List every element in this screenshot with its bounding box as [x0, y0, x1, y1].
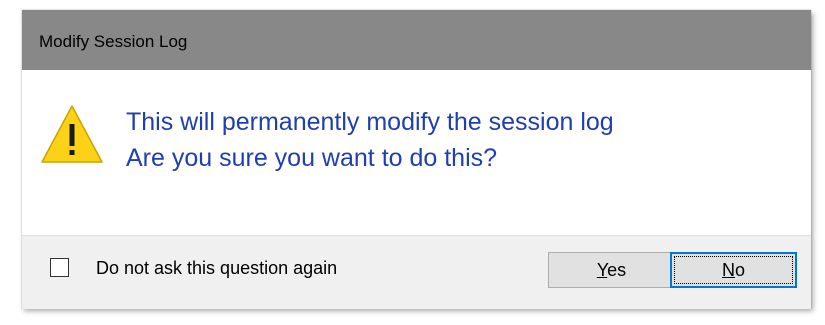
- dialog-window: Modify Session Log This will permanently…: [22, 10, 811, 309]
- warning-icon: [41, 105, 103, 163]
- dialog-title: Modify Session Log: [39, 32, 188, 51]
- dialog-footer: Do not ask this question again Yes No: [22, 235, 811, 309]
- yes-button-label: es: [607, 260, 627, 280]
- message-text: This will permanently modify the session…: [126, 104, 614, 176]
- yes-button-accelerator: Y: [596, 260, 608, 280]
- focus-rectangle: [674, 256, 793, 284]
- dont-ask-label[interactable]: Do not ask this question again: [96, 258, 337, 279]
- message-line-1: This will permanently modify the session…: [126, 108, 614, 136]
- dont-ask-checkbox[interactable]: [50, 258, 69, 277]
- no-button[interactable]: No: [670, 252, 797, 288]
- message-line-2: Are you sure you want to do this?: [126, 144, 498, 172]
- yes-button[interactable]: Yes: [548, 252, 675, 288]
- title-bar[interactable]: Modify Session Log: [22, 10, 811, 70]
